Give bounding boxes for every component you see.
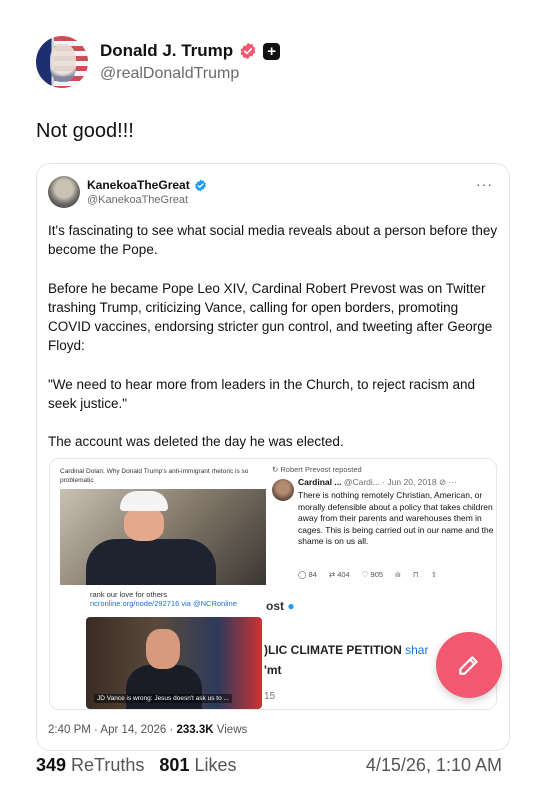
author-names: Donald J. Trump + @realDonaldTrump bbox=[100, 41, 281, 83]
quoted-post-text: It's fascinating to see what social medi… bbox=[48, 223, 498, 450]
quoted-author-avatar[interactable] bbox=[48, 176, 80, 208]
more-options-icon[interactable]: ··· bbox=[476, 176, 493, 192]
partial-number: 15 bbox=[264, 691, 276, 702]
quoted-post-meta: 2:40 PM · Apr 14, 2026 · 233.3K Views bbox=[48, 724, 248, 736]
author-handle[interactable]: @realDonaldTrump bbox=[100, 65, 280, 83]
reply-count: ◯ 84 bbox=[298, 570, 317, 579]
post-date: 4/15/26, 1:10 AM bbox=[365, 755, 502, 775]
bookmark-icon: ⊓ bbox=[412, 570, 419, 579]
repost-actions: ◯ 84 ⇄ 404 ♡ 905 ılı ⊓ ⇧ bbox=[298, 570, 488, 579]
media-left-panel: Cardinal Dolan: Why Donald Trump's anti-… bbox=[50, 459, 266, 709]
verified-badge-icon bbox=[194, 179, 206, 191]
analytics-icon: ılı bbox=[395, 570, 401, 579]
partial-text: 'mt bbox=[264, 663, 282, 677]
post-text: Not good!!! bbox=[36, 120, 134, 142]
share-icon: ⇧ bbox=[430, 570, 438, 579]
retruths-count[interactable]: 349 bbox=[36, 755, 66, 775]
vance-photo-caption: JD Vance is wrong: Jesus doesn't ask us … bbox=[94, 694, 232, 703]
climate-petition-text: )LIC CLIMATE PETITION shar bbox=[264, 643, 429, 657]
vance-photo: JD Vance is wrong: Jesus doesn't ask us … bbox=[86, 617, 262, 709]
cardinal-avatar bbox=[272, 479, 294, 501]
partial-post-label: ost ● bbox=[266, 599, 295, 613]
engagement-stats: 349 ReTruths 801 Likes bbox=[36, 755, 237, 775]
repost-label: ↻ Robert Prevost reposted bbox=[272, 465, 362, 474]
edit-pencil-icon bbox=[459, 656, 478, 675]
trump-photo bbox=[60, 489, 266, 585]
repost-text: There is nothing remotely Christian, Ame… bbox=[298, 490, 494, 547]
author-avatar[interactable] bbox=[36, 36, 88, 88]
quoted-media-image[interactable]: Cardinal Dolan: Why Donald Trump's anti-… bbox=[49, 458, 497, 710]
likes-count[interactable]: 801 bbox=[159, 755, 189, 775]
post-header: Donald J. Trump + @realDonaldTrump bbox=[36, 36, 281, 88]
article-snippet: rank our love for others bbox=[90, 590, 168, 599]
author-display-name[interactable]: Donald J. Trump bbox=[100, 41, 233, 61]
retweet-count: ⇄ 404 bbox=[328, 570, 350, 579]
plus-badge-icon: + bbox=[263, 42, 281, 60]
compose-button[interactable] bbox=[436, 632, 502, 698]
quoted-author-name[interactable]: KanekoaTheGreat bbox=[87, 178, 190, 192]
repost-header: Cardinal ... @Cardi... · Jun 20, 2018 ⊘ … bbox=[298, 477, 457, 487]
verified-badge-icon bbox=[240, 42, 256, 60]
article-caption: Cardinal Dolan: Why Donald Trump's anti-… bbox=[60, 468, 249, 484]
like-count: ♡ 905 bbox=[361, 570, 384, 579]
article-link[interactable]: ncronline.org/node/292716 via @NCRonline bbox=[90, 599, 237, 608]
quoted-author-handle[interactable]: @KanekoaTheGreat bbox=[87, 194, 207, 206]
